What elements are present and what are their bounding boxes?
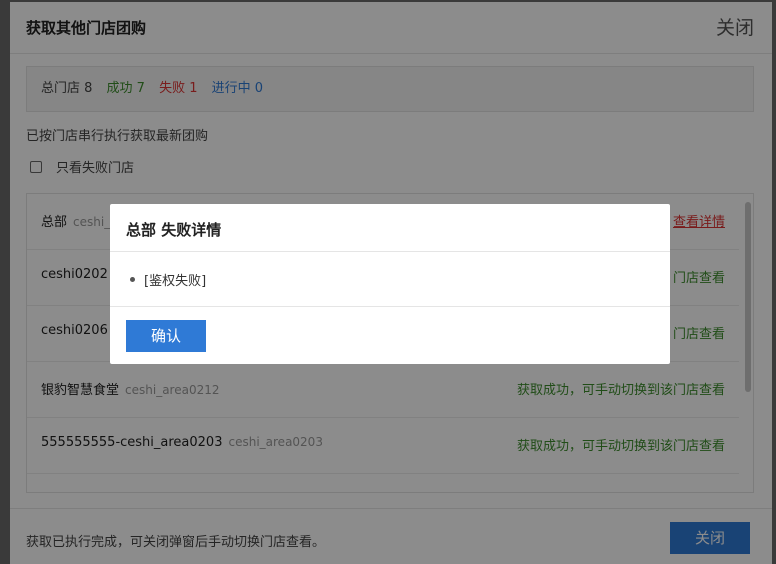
divider <box>110 306 670 307</box>
divider <box>110 251 670 252</box>
confirm-button[interactable]: 确认 <box>126 320 206 352</box>
bullet-icon <box>130 277 135 282</box>
dialog-title: 总部 失败详情 <box>126 221 222 239</box>
failure-reason: [鉴权失败] <box>144 274 207 289</box>
list-item: [鉴权失败] <box>130 270 206 289</box>
failure-detail-dialog: 总部 失败详情 [鉴权失败] 确认 <box>110 204 670 364</box>
